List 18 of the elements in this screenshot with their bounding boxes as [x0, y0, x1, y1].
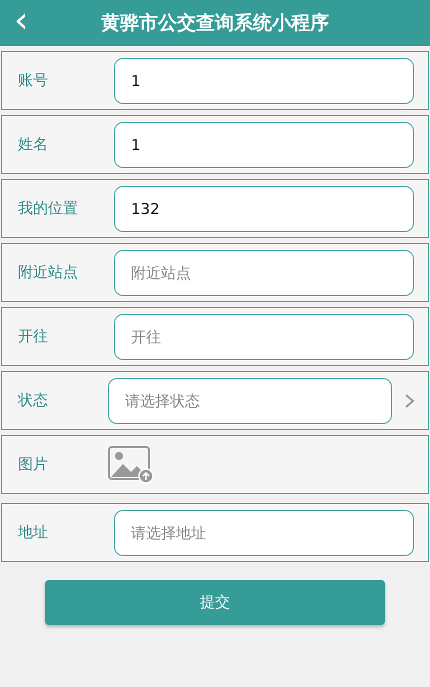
page-title: 黄骅市公交查询系统小程序 — [101, 11, 329, 36]
input-field[interactable]: 开往 — [114, 314, 414, 360]
input-field[interactable]: 附近站点 — [114, 250, 414, 296]
input-field[interactable]: 1 — [114, 58, 414, 104]
field-label: 我的位置 — [17, 199, 79, 218]
input-field[interactable]: 请选择地址 — [114, 510, 414, 556]
input-field[interactable]: 132 — [114, 186, 414, 232]
select-field[interactable]: 请选择状态 — [108, 378, 392, 424]
field-label: 账号 — [17, 71, 49, 90]
field-label: 地址 — [17, 523, 49, 542]
field-label: 状态 — [16, 391, 49, 410]
field-label: 图片 — [17, 455, 49, 474]
chevron-right-icon — [404, 392, 416, 408]
field-label: 附近站点 — [17, 263, 79, 282]
field-label: 开往 — [17, 327, 49, 346]
input-field[interactable]: 1 — [114, 122, 414, 168]
image-upload-icon[interactable] — [108, 446, 154, 484]
field-label: 姓名 — [17, 135, 49, 154]
